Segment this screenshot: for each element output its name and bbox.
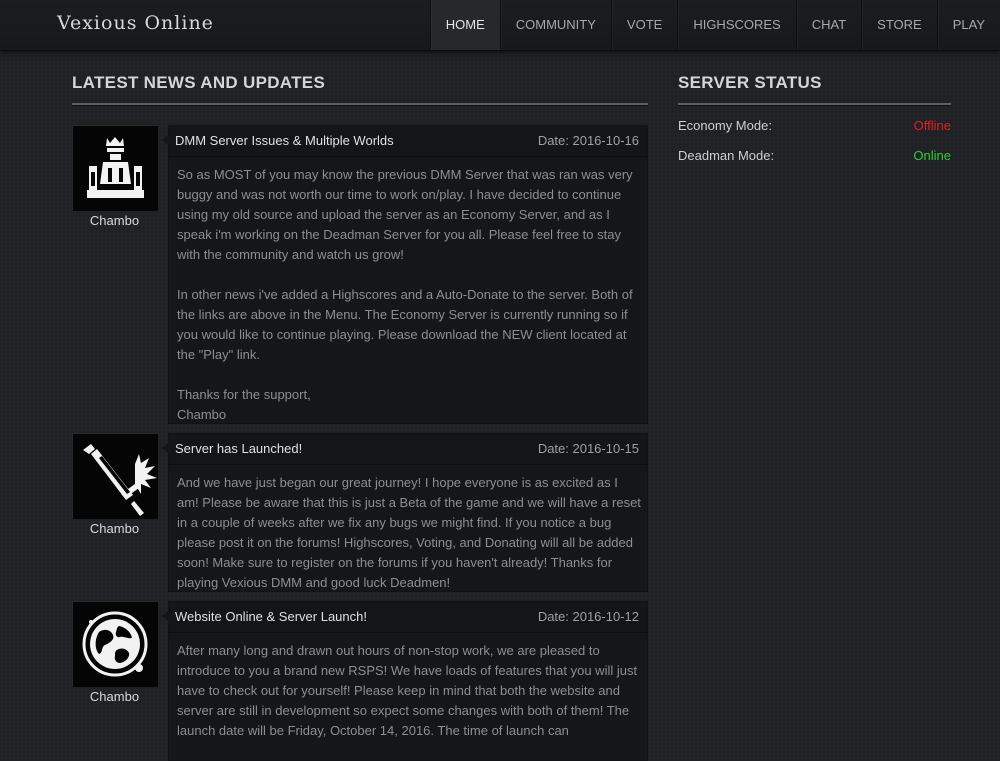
sword-strike-icon [72,433,158,519]
nav-highscores[interactable]: Highscores [677,0,795,50]
nav-community[interactable]: Community [499,0,611,50]
main-nav: Home Community Vote Highscores Chat Stor… [429,0,1000,50]
post-paragraph: After many long and drawn out hours of n… [177,643,638,738]
post-title[interactable]: Website Online & Server Launch! [175,609,367,624]
post-card: Website Online & Server Launch! Date: 20… [162,601,648,761]
post-header: DMM Server Issues & Multiple Worlds Date… [169,126,647,157]
news-heading-divider [72,103,648,105]
post-body: So as MOST of you may know the previous … [169,157,647,425]
server-status-heading: Server Status [678,73,822,92]
post-card: DMM Server Issues & Multiple Worlds Date… [162,125,648,425]
economy-mode-label: Economy Mode: [678,118,772,133]
server-status-divider [678,103,951,105]
king-throne-icon [72,125,158,211]
post-author: Chambo [89,213,140,228]
post-author: Chambo [89,689,140,704]
post-title[interactable]: DMM Server Issues & Multiple Worlds [175,133,394,148]
site-logo[interactable]: Vexious Online [57,12,214,34]
post-header: Server has Launched! Date: 2016-10-15 [169,434,647,465]
nav-home[interactable]: Home [429,0,500,50]
post-date: Date: 2016-10-12 [537,609,639,624]
post-paragraph: Thanks for the support, [177,387,311,402]
post-paragraph: In other news i've added a Highscores an… [177,287,633,362]
nav-store[interactable]: Store [861,0,937,50]
post-header: Website Online & Server Launch! Date: 20… [169,602,647,633]
economy-mode-status: Offline [913,118,951,133]
world-globe-icon [72,601,158,687]
post-title[interactable]: Server has Launched! [175,441,302,456]
nav-vote[interactable]: Vote [610,0,677,50]
nav-play[interactable]: Play [936,0,1000,50]
post-date: Date: 2016-10-15 [537,441,639,456]
post-body: After many long and drawn out hours of n… [169,633,647,741]
deadman-mode-label: Deadman Mode: [678,148,775,163]
post-date: Date: 2016-10-16 [537,133,639,148]
post-signature: Chambo [177,407,227,422]
post-author: Chambo [89,521,140,536]
post-body: And we have just began our great journey… [169,465,647,593]
post-paragraph: And we have just began our great journey… [177,475,641,590]
deadman-mode-status: Online [913,148,951,163]
post-paragraph: So as MOST of you may know the previous … [177,167,633,262]
news-heading: Latest News and Updates [72,73,326,92]
nav-chat[interactable]: Chat [795,0,861,50]
post-card: Server has Launched! Date: 2016-10-15 An… [162,433,648,593]
top-navigation-bar: Vexious Online Home Community Vote Highs… [0,0,1000,51]
